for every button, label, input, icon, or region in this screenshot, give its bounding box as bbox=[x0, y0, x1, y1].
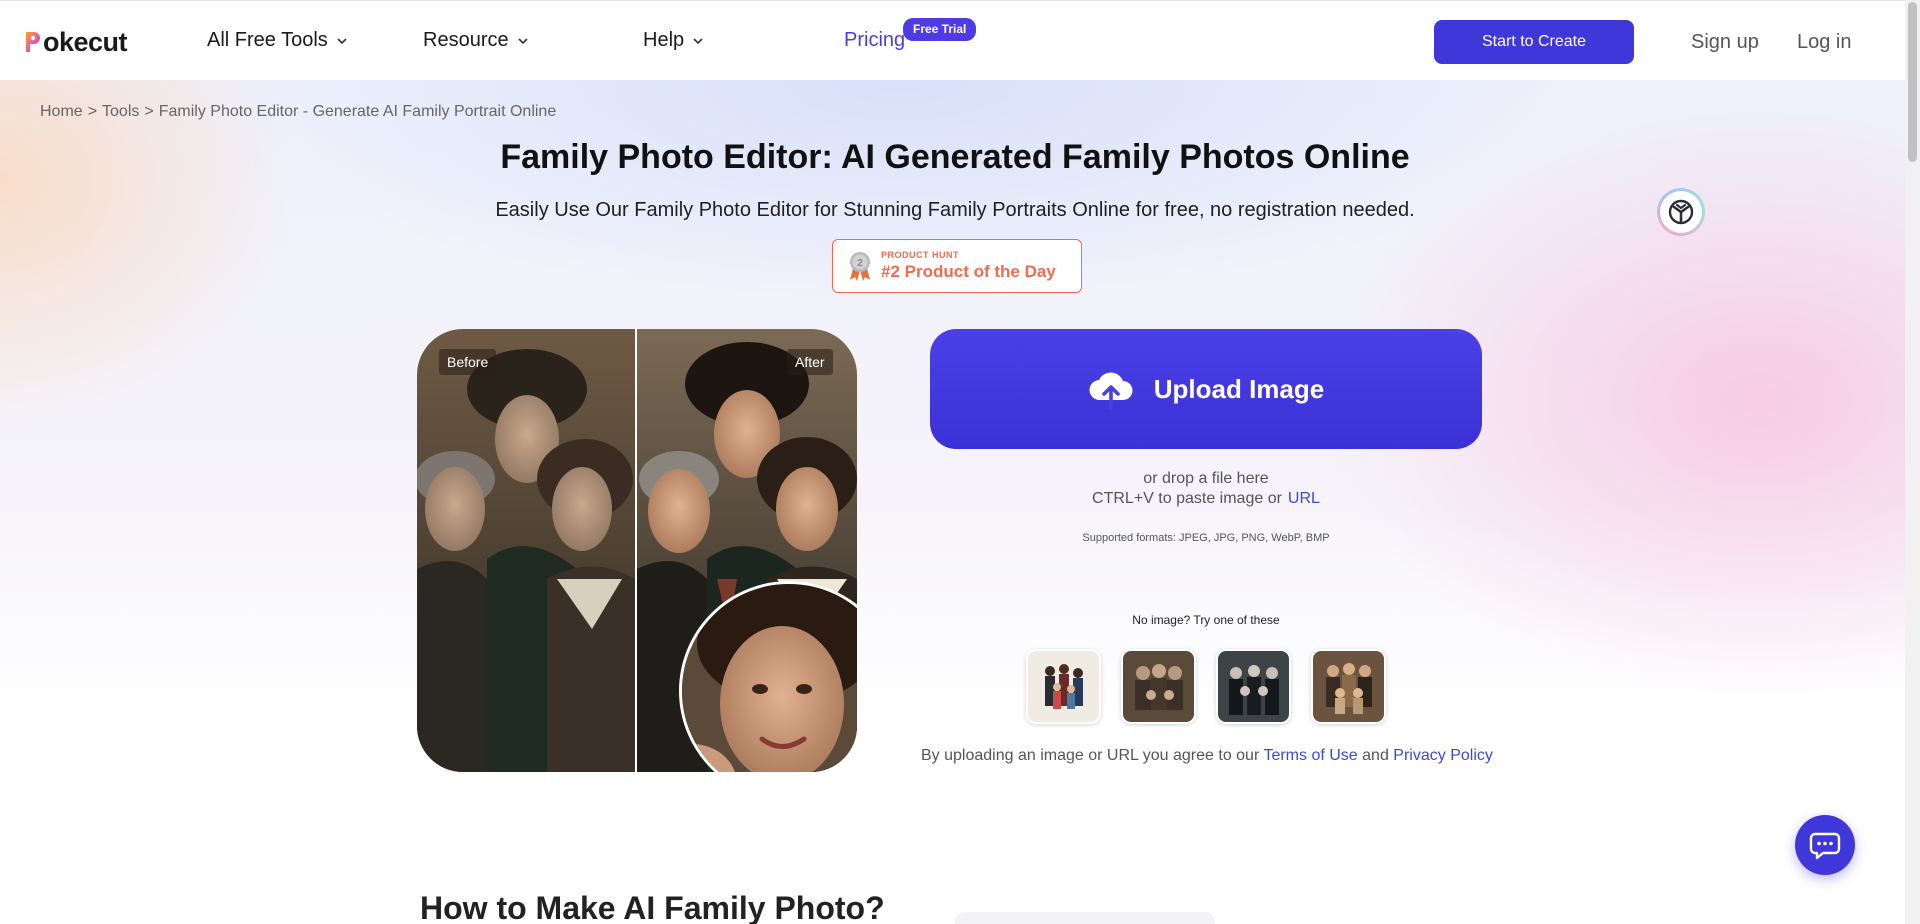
medal-icon: 2 bbox=[850, 252, 870, 281]
breadcrumb-current: Family Photo Editor - Generate AI Family… bbox=[158, 103, 557, 120]
terms-of-use-link[interactable]: Terms of Use bbox=[1263, 747, 1357, 764]
comparison-divider-handle[interactable] bbox=[635, 329, 637, 772]
chevron-down-icon bbox=[693, 37, 703, 44]
upload-cloud-icon bbox=[1089, 372, 1133, 410]
breadcrumb: Home > Tools > Family Photo Editor - Gen… bbox=[40, 103, 556, 121]
agreement-prefix: By uploading an image or URL you agree t… bbox=[921, 747, 1260, 764]
supported-formats: Supported formats: JPEG, JPG, PNG, WebP,… bbox=[1082, 532, 1330, 544]
sample-image-1[interactable] bbox=[1026, 649, 1101, 724]
nav-help[interactable]: Help bbox=[643, 29, 704, 52]
sample-image-3[interactable] bbox=[1216, 649, 1291, 724]
paste-hint: CTRL+V to paste image or URL bbox=[930, 490, 1482, 508]
upload-image-button[interactable]: Upload Image bbox=[930, 329, 1482, 449]
how-to-card bbox=[955, 912, 1215, 924]
sign-up-link[interactable]: Sign up bbox=[1691, 31, 1759, 54]
pokecut-logo[interactable]: okecut bbox=[24, 26, 128, 57]
logo-p-icon bbox=[26, 32, 40, 52]
product-hunt-title: #2 Product of the Day bbox=[881, 262, 1056, 281]
free-trial-badge: Free Trial bbox=[903, 18, 977, 41]
before-after-comparison[interactable]: Before After bbox=[417, 329, 857, 772]
sample-images bbox=[1026, 649, 1386, 724]
page-scrollbar[interactable] bbox=[1905, 0, 1920, 924]
paste-hint-text: CTRL+V to paste image or bbox=[1092, 490, 1282, 507]
breadcrumb-home[interactable]: Home bbox=[40, 103, 83, 121]
top-navigation-bar: okecut All Free Tools Resource Help Pric… bbox=[0, 0, 1905, 80]
url-link[interactable]: URL bbox=[1288, 490, 1320, 507]
breadcrumb-tools[interactable]: Tools bbox=[102, 103, 139, 121]
nav-resource[interactable]: Resource bbox=[423, 29, 529, 52]
sample-family-thumbnail bbox=[1123, 651, 1194, 722]
breadcrumb-separator: > bbox=[87, 103, 98, 120]
chevron-down-icon bbox=[518, 37, 528, 44]
chat-support-button[interactable] bbox=[1795, 815, 1855, 875]
nav-resource-label: Resource bbox=[423, 29, 509, 51]
start-to-create-button[interactable]: Start to Create bbox=[1434, 20, 1634, 64]
sample-family-thumbnail bbox=[1028, 651, 1099, 722]
breadcrumb-separator: > bbox=[144, 103, 154, 120]
product-hunt-label: PRODUCT HUNT bbox=[881, 250, 959, 260]
chevron-down-icon bbox=[337, 37, 347, 44]
product-hunt-badge[interactable]: 2 PRODUCT HUNT #2 Product of the Day bbox=[832, 239, 1082, 293]
after-label: After bbox=[787, 349, 833, 375]
before-label: Before bbox=[439, 349, 497, 375]
assistant-icon bbox=[1668, 199, 1694, 225]
how-to-section-title: How to Make AI Family Photo? bbox=[420, 890, 885, 924]
nav-all-free-tools[interactable]: All Free Tools bbox=[207, 29, 348, 52]
nav-pricing[interactable]: Pricing bbox=[844, 29, 905, 52]
nav-help-label: Help bbox=[643, 29, 685, 51]
page-subtitle: Easily Use Our Family Photo Editor for S… bbox=[495, 199, 1415, 221]
page-title: Family Photo Editor: AI Generated Family… bbox=[500, 138, 1410, 176]
nav-pricing-label: Pricing bbox=[844, 29, 906, 51]
upload-image-label: Upload Image bbox=[1153, 373, 1325, 404]
medal-rank: 2 bbox=[857, 258, 863, 269]
log-in-link[interactable]: Log in bbox=[1797, 31, 1852, 54]
agreement-and: and bbox=[1362, 747, 1389, 764]
nav-all-free-tools-label: All Free Tools bbox=[207, 29, 328, 51]
sample-image-2[interactable] bbox=[1121, 649, 1196, 724]
try-sample-text: No image? Try one of these bbox=[1132, 613, 1280, 627]
scrollbar-thumb[interactable] bbox=[1908, 2, 1917, 162]
sample-family-thumbnail bbox=[1218, 651, 1289, 722]
logo-text: okecut bbox=[43, 26, 128, 57]
sample-image-4[interactable] bbox=[1311, 649, 1386, 724]
drop-file-text: or drop a file here bbox=[1143, 470, 1269, 487]
privacy-policy-link[interactable]: Privacy Policy bbox=[1393, 747, 1493, 764]
terms-agreement: By uploading an image or URL you agree t… bbox=[921, 747, 1493, 765]
chat-icon bbox=[1809, 832, 1841, 860]
sample-family-thumbnail bbox=[1313, 651, 1384, 722]
assistant-button[interactable] bbox=[1657, 188, 1705, 236]
